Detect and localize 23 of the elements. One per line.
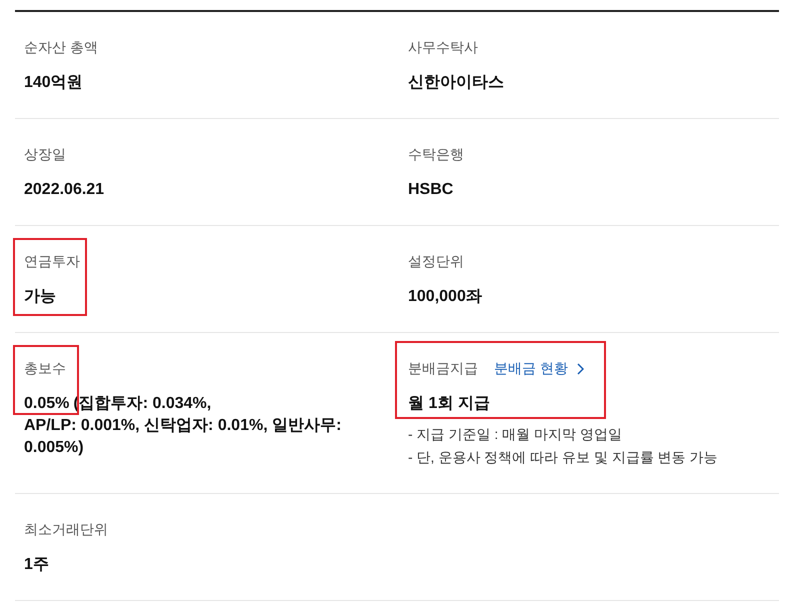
field-label: 사무수탁사	[408, 39, 478, 57]
field-label: 상장일	[24, 146, 66, 164]
note-text: - 단, 운용사 정책에 따라 유보 및 지급률 변동 가능	[408, 448, 719, 467]
chevron-icon	[576, 363, 584, 375]
field-value: 월 1회 지급	[408, 395, 490, 412]
field-value: 2022.06.21	[24, 181, 104, 198]
field-value: 신한아이타스	[408, 74, 504, 91]
field-label: 순자산 총액	[24, 39, 98, 57]
distribution-link[interactable]: 분배금 현황	[494, 360, 584, 378]
field-label: 총보수	[24, 360, 66, 378]
field-value: 1주	[24, 556, 49, 573]
fee-breakdown: AP/LP: 0.001%, 신탁업자: 0.01%, 일반사무: 0.005%)	[24, 416, 342, 458]
note-text: - 지급 기준일 : 매월 마지막 영업일	[408, 425, 623, 444]
field-label: 최소거래단위	[24, 521, 108, 539]
field-label: 수탁은행	[408, 146, 464, 164]
field-value: 140억원	[24, 74, 83, 91]
field-value: 가능	[24, 288, 56, 305]
field-label: 분배금지급	[408, 360, 478, 378]
field-label: 설정단위	[408, 253, 464, 271]
field-label: 연금투자	[24, 253, 80, 271]
field-value: 0.05%	[24, 395, 70, 412]
field-value: HSBC	[408, 181, 454, 198]
field-value: 100,000좌	[408, 288, 482, 305]
